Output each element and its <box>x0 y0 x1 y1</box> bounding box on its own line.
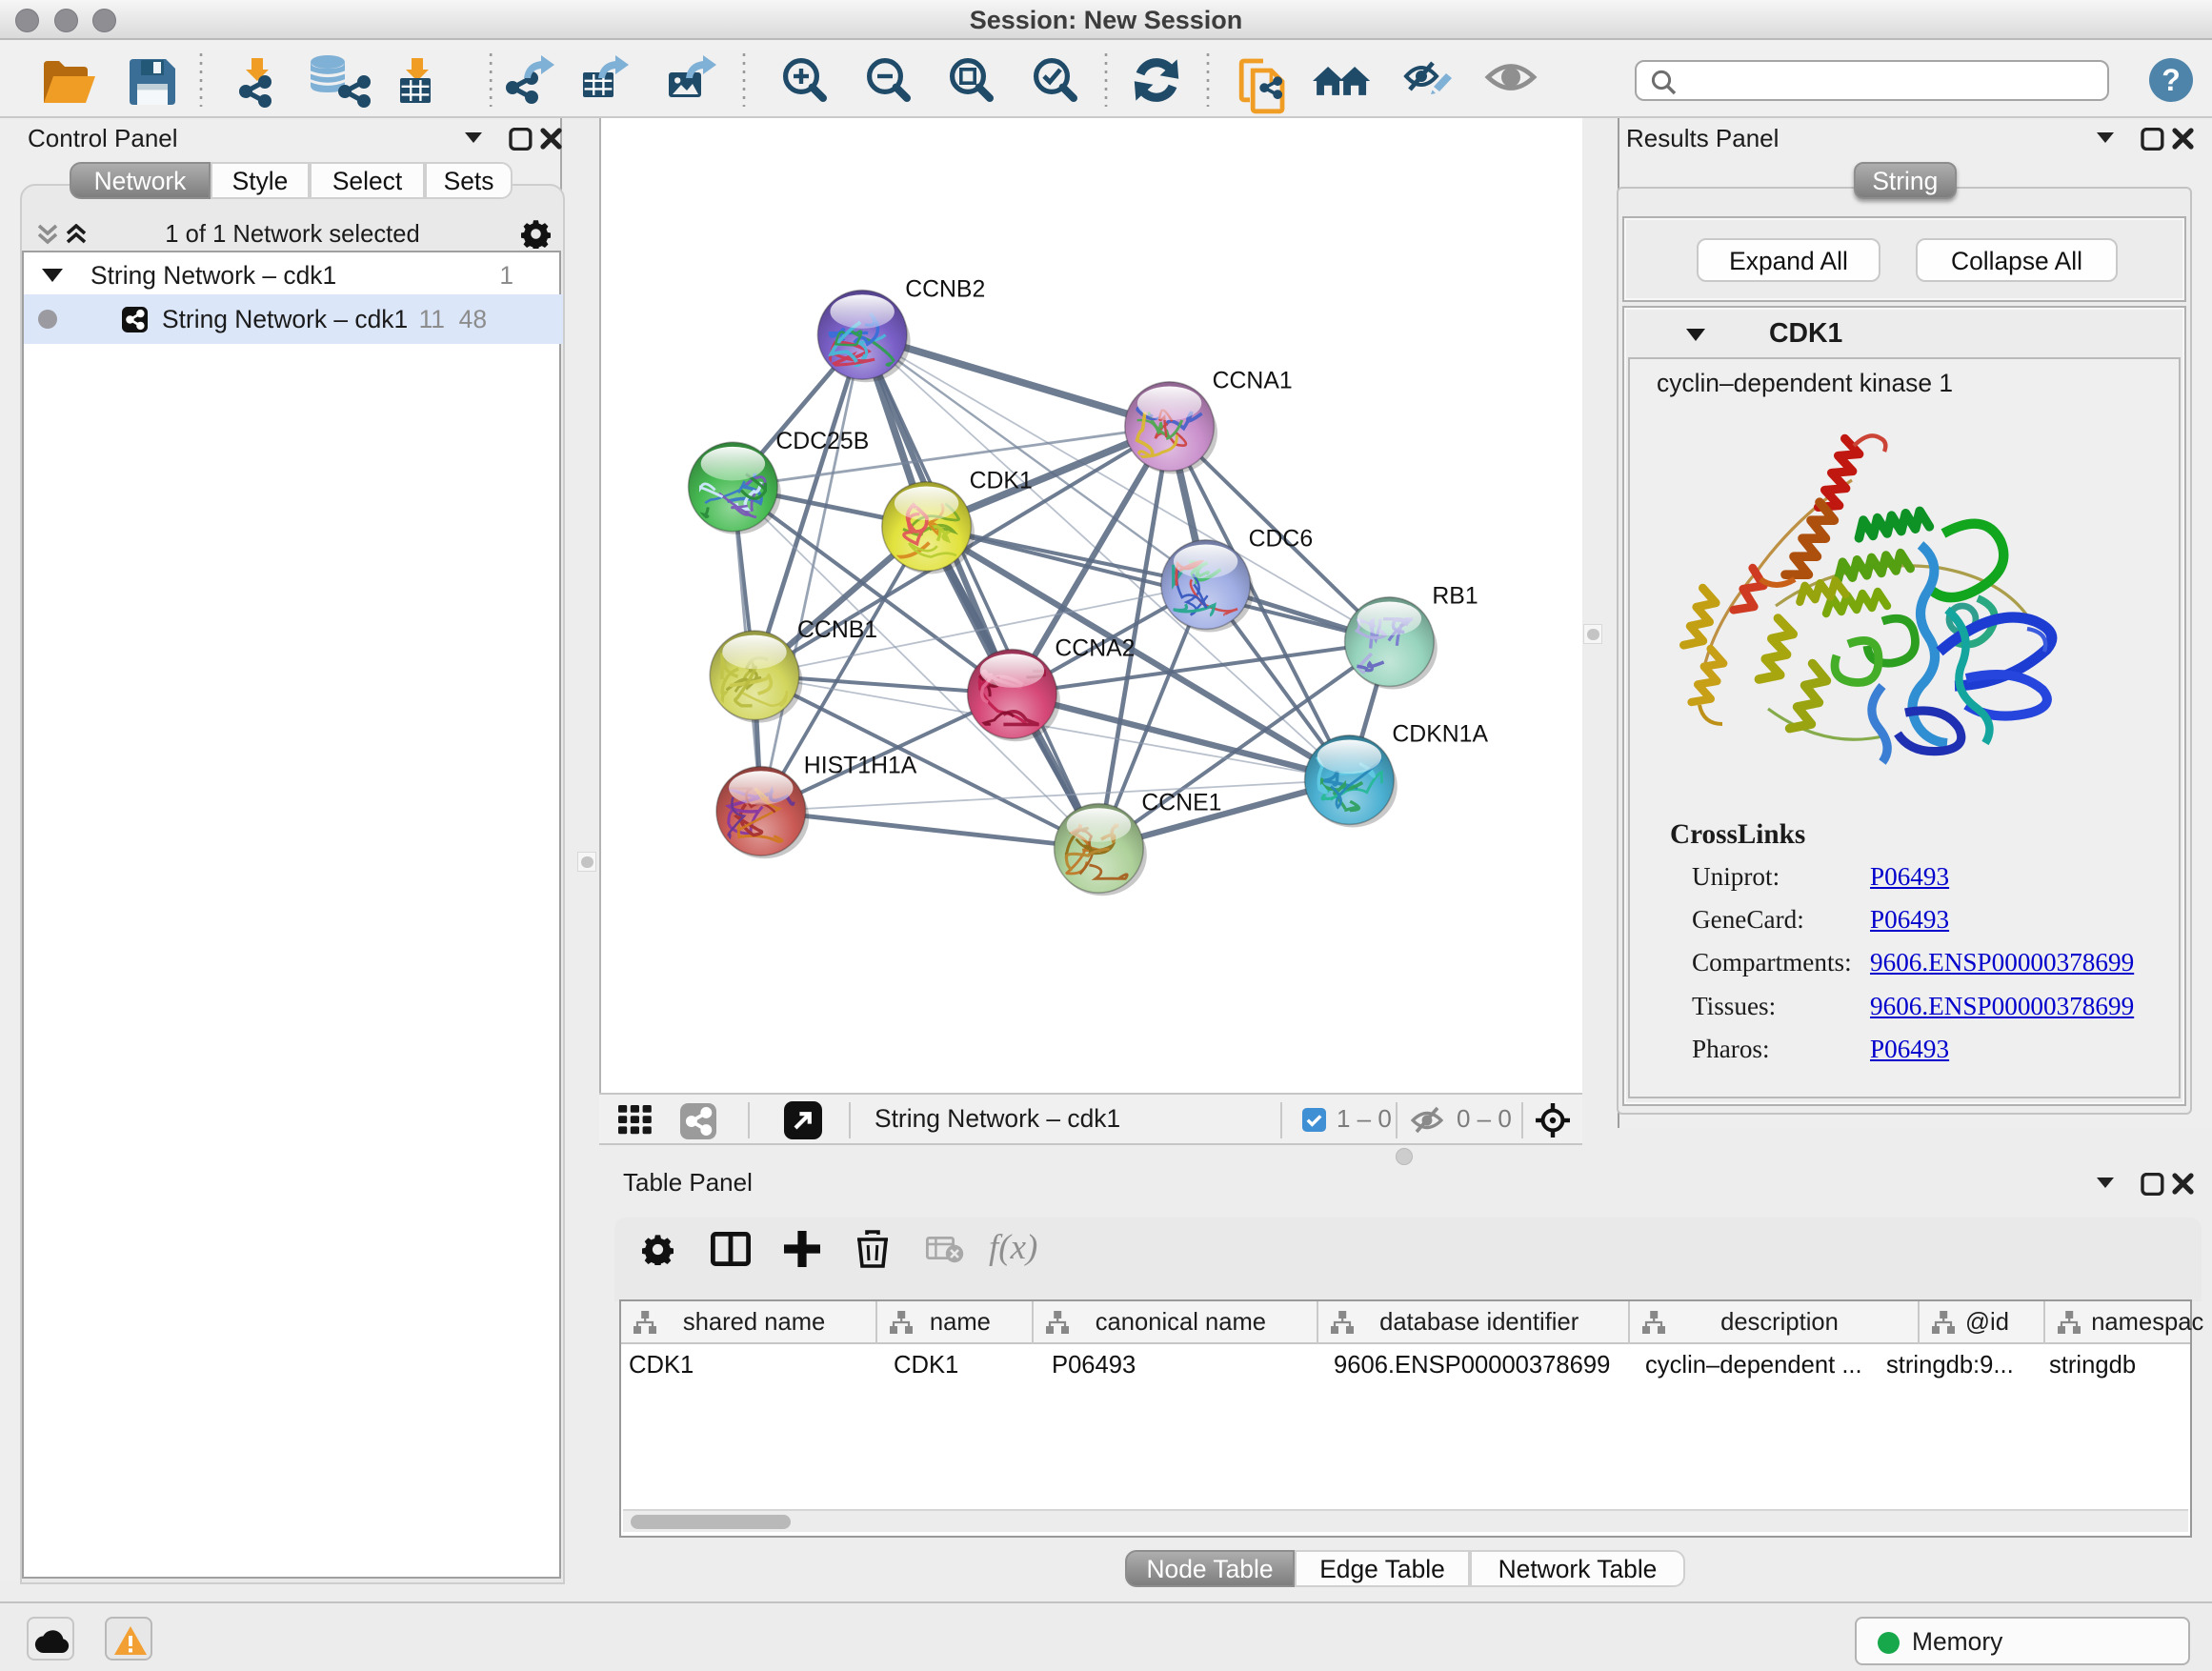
svg-text:CDK1: CDK1 <box>970 469 1033 494</box>
svg-text:CCNB1: CCNB1 <box>797 617 877 643</box>
svg-text:CDC6: CDC6 <box>1249 527 1314 553</box>
svg-text:CCNE1: CCNE1 <box>1141 790 1221 815</box>
svg-text:CDC25B: CDC25B <box>775 429 869 454</box>
svg-text:CCNA2: CCNA2 <box>1055 635 1135 661</box>
svg-text:CCNB2: CCNB2 <box>905 276 985 302</box>
svg-text:CDKN1A: CDKN1A <box>1392 722 1488 748</box>
svg-text:CCNA1: CCNA1 <box>1213 369 1293 394</box>
svg-text:RB1: RB1 <box>1432 584 1478 610</box>
svg-text:HIST1H1A: HIST1H1A <box>804 753 917 778</box>
